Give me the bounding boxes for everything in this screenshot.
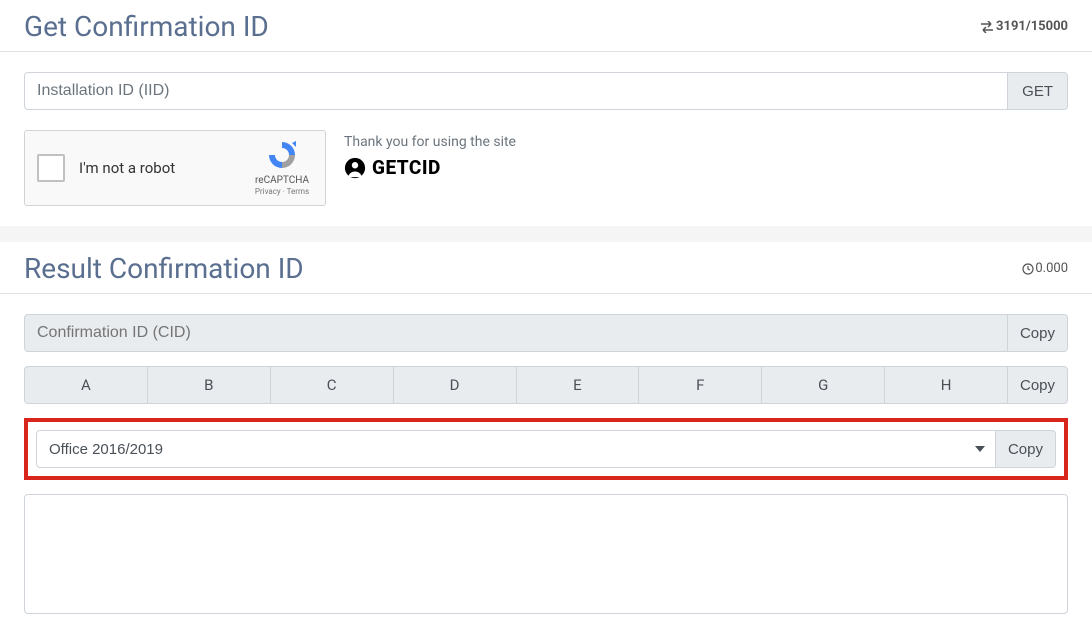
result-panel-header: Result Confirmation ID 0.000 (0, 242, 1092, 294)
get-button[interactable]: GET (1008, 72, 1068, 110)
cid-input[interactable] (24, 314, 1008, 352)
request-counter: 3191/15000 (980, 19, 1068, 34)
get-confirmation-panel: Get Confirmation ID 3191/15000 GET I'm n… (0, 0, 1092, 226)
get-panel-body: GET I'm not a robot reCAPTCHA Privacy · … (0, 52, 1092, 226)
recaptcha-links: Privacy · Terms (255, 187, 309, 197)
output-textarea-block (24, 494, 1068, 618)
result-panel-title: Result Confirmation ID (24, 252, 304, 285)
segment-cell-c: C (270, 366, 393, 404)
recaptcha-checkbox[interactable] (37, 154, 65, 182)
iid-input[interactable] (24, 72, 1008, 110)
recaptcha-row: I'm not a robot reCAPTCHA Privacy · Term… (24, 130, 1068, 206)
product-select[interactable]: Office 2016/2019 (36, 430, 996, 468)
segment-cell-f: F (638, 366, 761, 404)
result-confirmation-panel: Result Confirmation ID 0.000 Copy A B C … (0, 242, 1092, 618)
brand-name: GETCID (372, 156, 441, 179)
output-textarea[interactable] (24, 494, 1068, 614)
result-panel-body: Copy A B C D E F G H Copy Office 2016/20… (0, 294, 1092, 480)
recaptcha-label: I'm not a robot (79, 159, 251, 177)
timer-value: 0.000 (1035, 261, 1068, 276)
recaptcha-branding: reCAPTCHA Privacy · Terms (251, 139, 313, 197)
segment-cell-b: B (147, 366, 270, 404)
recaptcha-icon (266, 139, 298, 171)
thankyou-text: Thank you for using the site (344, 134, 516, 150)
cid-copy-button[interactable]: Copy (1008, 314, 1068, 352)
cid-row: Copy (24, 314, 1068, 352)
segments-row: A B C D E F G H Copy (24, 366, 1068, 404)
get-panel-header: Get Confirmation ID 3191/15000 (0, 0, 1092, 52)
get-panel-title: Get Confirmation ID (24, 10, 269, 43)
product-copy-button[interactable]: Copy (996, 430, 1056, 468)
segment-cell-d: D (393, 366, 516, 404)
segment-cell-a: A (24, 366, 147, 404)
segments-copy-button[interactable]: Copy (1007, 366, 1068, 404)
user-circle-icon (344, 157, 366, 179)
segment-cell-h: H (884, 366, 1007, 404)
panel-gap (0, 226, 1092, 242)
thankyou-block: Thank you for using the site GETCID (344, 130, 516, 179)
segment-cell-e: E (516, 366, 639, 404)
clock-icon (1022, 263, 1034, 275)
timer: 0.000 (1022, 261, 1068, 276)
counter-value: 3191/15000 (996, 19, 1068, 34)
iid-input-group: GET (24, 72, 1068, 110)
product-select-row: Office 2016/2019 Copy (24, 418, 1068, 480)
recaptcha-brand: reCAPTCHA (255, 174, 309, 187)
swap-icon (980, 21, 994, 33)
recaptcha-widget: I'm not a robot reCAPTCHA Privacy · Term… (24, 130, 326, 206)
brand-row: GETCID (344, 156, 516, 179)
segment-cell-g: G (761, 366, 884, 404)
